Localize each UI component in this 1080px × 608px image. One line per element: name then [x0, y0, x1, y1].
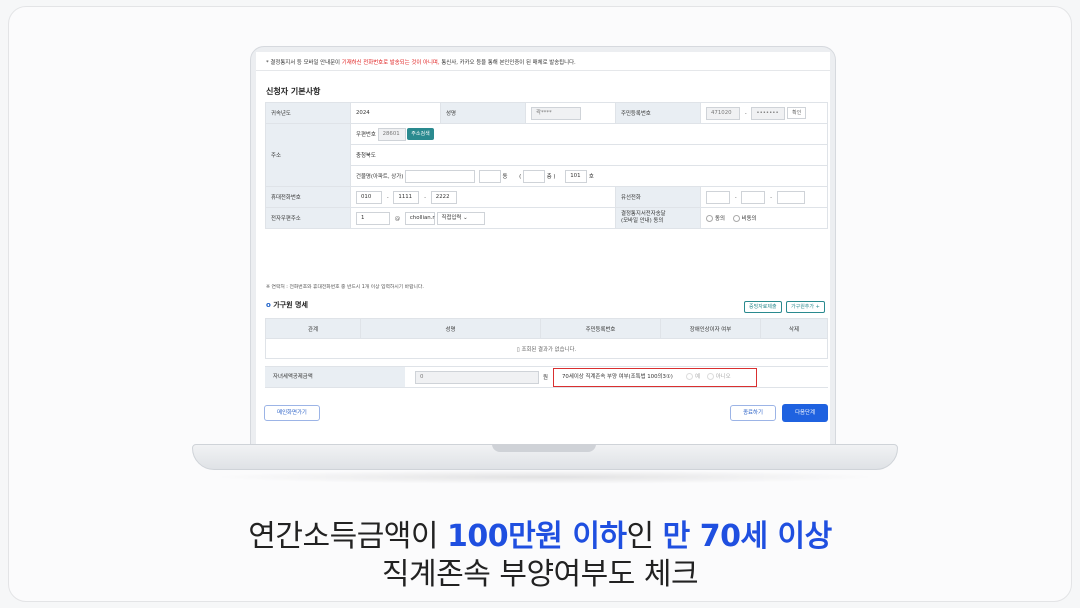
applicant-form: 귀속년도 2024 성명 곽**** 주민등록번호 471020 - •••••… — [265, 102, 828, 229]
tax-unit: 원 — [543, 375, 548, 381]
col-rrn: 주민등록번호 — [540, 318, 661, 339]
email-id-field[interactable]: 1 — [356, 211, 390, 225]
ho-field[interactable]: 101 — [565, 169, 588, 183]
section-title: 신청자 기본사항 — [266, 87, 321, 96]
mobile-label: 휴대전화번호 — [265, 186, 351, 208]
landline-1-field[interactable] — [706, 190, 730, 204]
region-value: 충청북도 — [350, 144, 828, 166]
landline-3-field[interactable] — [776, 190, 805, 204]
household-table: 관계 성명 주민등록번호 장애인상이자 여부 삭제 ▯ 조회된 결과가 없습니다… — [265, 318, 828, 359]
laptop-screen: * 결정통지서 등 모바일 안내문이 기재하신 전화번호로 발송되는 것이 아니… — [256, 52, 830, 444]
mobile-1-field[interactable]: 010 — [356, 190, 382, 204]
laptop-shadow — [210, 470, 880, 484]
tax-label: 자녀세액공제금액 — [265, 367, 405, 387]
email-label: 전자우편주소 — [265, 207, 351, 229]
col-relation: 관계 — [265, 318, 361, 339]
year-label: 귀속년도 — [265, 102, 351, 124]
divider — [256, 70, 830, 71]
circle-icon: o — [266, 301, 271, 309]
rrn-confirm-button[interactable]: 확인 — [787, 107, 807, 119]
chevron-down-icon: ⌄ — [463, 214, 468, 221]
col-disability: 장애인상이자 여부 — [660, 318, 761, 339]
building-field[interactable] — [405, 169, 476, 183]
year-value: 2024 — [350, 102, 441, 124]
child-tax-row: 자녀세액공제금액 0 원 70세이상 직계존속 부양 여부(조특법 100의3①… — [265, 366, 828, 388]
mobile-2-field[interactable]: 1111 — [393, 190, 420, 204]
rrn-label: 주민등록번호 — [615, 102, 701, 124]
address-label: 주소 — [265, 123, 351, 187]
col-name: 성명 — [360, 318, 541, 339]
elderly-yes-radio[interactable] — [686, 373, 693, 380]
elderly-no-radio[interactable] — [706, 373, 714, 380]
consent-label: 결정통지서전자송달 (모바일 안내) 동의 — [615, 207, 701, 229]
building-label: 건물명(아파트, 상가) — [356, 173, 404, 180]
tax-value-field[interactable]: 0 — [415, 371, 539, 384]
rrn-front-field[interactable]: 471020 — [706, 106, 740, 120]
address-search-button[interactable]: 주소검색 — [407, 128, 434, 140]
add-member-button[interactable]: 가구원추가 + — [786, 301, 825, 313]
rrn-back-field[interactable]: ••••••• — [751, 106, 786, 120]
next-step-button[interactable]: 다음단계 — [782, 404, 828, 422]
submit-docs-button[interactable]: 증빙자료제출 — [744, 301, 782, 313]
empty-row: ▯ 조회된 결과가 없습니다. — [265, 338, 828, 359]
col-delete: 삭제 — [760, 318, 828, 339]
floor-field[interactable] — [522, 169, 545, 183]
household-title: o 가구원 명세 — [266, 301, 308, 309]
name-field[interactable]: 곽**** — [531, 106, 581, 120]
email-domain-select[interactable]: 직접입력 ⌄ — [436, 211, 485, 225]
contact-note: ※ 연락처 : 전화번호와 휴대전화번호 중 반드시 1개 이상 입력하시기 바… — [266, 285, 424, 290]
zip-label: 우편번호 — [356, 131, 376, 138]
exit-button[interactable]: 종료하기 — [730, 405, 776, 421]
main-screen-button[interactable]: 메인화면가기 — [264, 405, 320, 421]
elderly-support-question: 70세이상 직계존속 부양 여부(조특법 100의3①) 예 아니오 — [553, 368, 757, 387]
zip-field[interactable]: 28601 — [377, 127, 406, 141]
dong-field[interactable] — [478, 169, 501, 183]
landline-2-field[interactable] — [741, 190, 766, 204]
caption-line-2: 직계존속 부양여부도 체크 — [381, 557, 699, 592]
document-icon: ▯ — [516, 346, 520, 353]
consent-no-radio[interactable] — [732, 215, 740, 222]
laptop-notch — [492, 444, 596, 452]
notice-text: * 결정통지서 등 모바일 안내문이 기재하신 전화번호로 발송되는 것이 아니… — [266, 60, 576, 66]
consent-yes-radio[interactable] — [706, 215, 713, 222]
email-domain-field[interactable]: chollian.r — [404, 211, 435, 225]
name-label: 성명 — [440, 102, 526, 124]
landline-label: 유선전화 — [615, 186, 701, 208]
notice-highlight: 기재하신 전화번호로 발송되는 것이 아니며, — [341, 60, 440, 66]
mobile-3-field[interactable]: 2222 — [430, 190, 457, 204]
